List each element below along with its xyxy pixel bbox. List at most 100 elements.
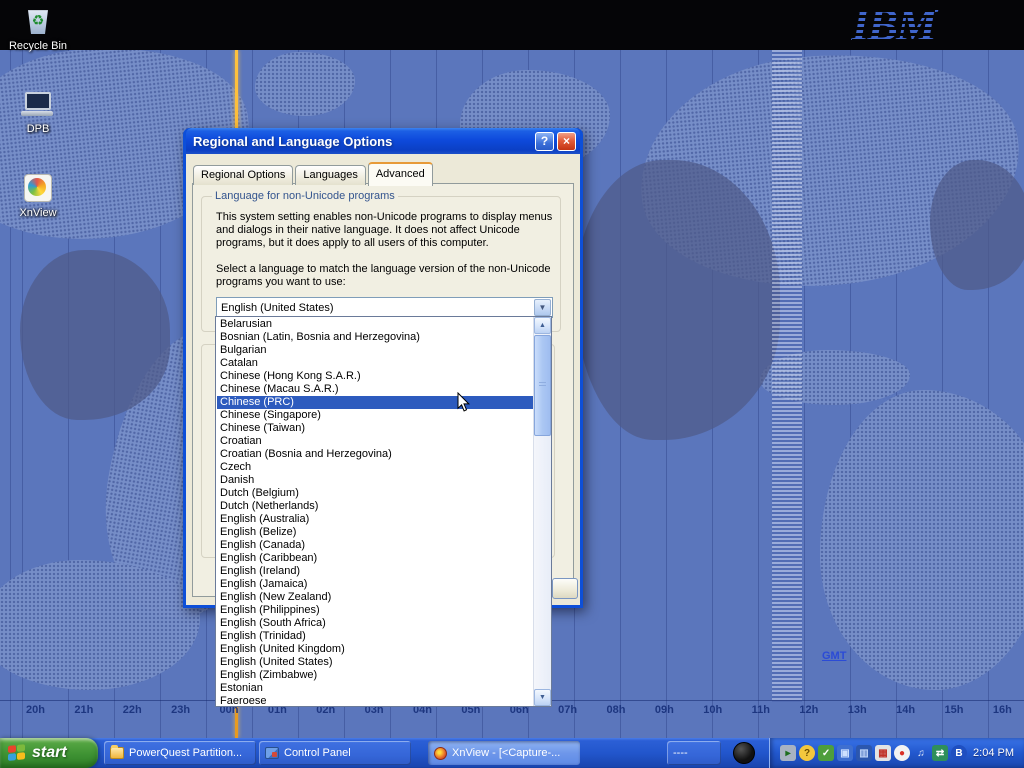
- language-combobox[interactable]: English (United States) ▼: [216, 297, 553, 318]
- dropdown-item-catalan[interactable]: Catalan: [217, 357, 533, 370]
- hour-label: 16h: [993, 704, 1012, 716]
- tab-languages[interactable]: Languages: [295, 165, 365, 185]
- dropdown-item-bulgarian[interactable]: Bulgarian: [217, 344, 533, 357]
- group-box-title: Language for non-Unicode programs: [212, 190, 398, 202]
- folder-icon: [110, 747, 124, 759]
- map-dark-region: [930, 160, 1024, 290]
- dropdown-item-czech[interactable]: Czech: [217, 461, 533, 474]
- display-icon[interactable]: ▣: [837, 745, 853, 761]
- dropdown-item-english-ireland[interactable]: English (Ireland): [217, 565, 533, 578]
- network-icon[interactable]: ▥: [856, 745, 872, 761]
- hour-label: 23h: [171, 704, 190, 716]
- map-landmass: [255, 52, 355, 116]
- xnview-icon: [20, 172, 56, 204]
- desktop-icon-label: Recycle Bin: [6, 40, 70, 52]
- desktop-icon-xnview[interactable]: XnView: [6, 172, 70, 219]
- map-dark-region: [20, 250, 170, 420]
- hour-label: 15h: [945, 704, 964, 716]
- control-panel-icon: [265, 747, 279, 759]
- dropdown-item-dutch-belgium[interactable]: Dutch (Belgium): [217, 487, 533, 500]
- hour-label: 09h: [655, 704, 674, 716]
- apply-button-partial[interactable]: [552, 578, 578, 599]
- dropdown-item-english-jamaica[interactable]: English (Jamaica): [217, 578, 533, 591]
- task-buttons: PowerQuest Partition... Control Panel XnVi…: [104, 738, 721, 768]
- dropdown-item-chinese-prc[interactable]: Chinese (PRC): [217, 396, 533, 409]
- taskbar-button-powerquest-partition[interactable]: PowerQuest Partition...: [104, 741, 256, 765]
- map-landmass: [820, 390, 1024, 690]
- hour-label: 10h: [703, 704, 722, 716]
- safely-remove-icon[interactable]: ▸: [780, 745, 796, 761]
- dropdown-item-english-united-states[interactable]: English (United States): [217, 656, 533, 669]
- ibm-logo-stripes: [852, 0, 935, 50]
- dialog-titlebar[interactable]: Regional and Language Options ? ×: [186, 128, 580, 154]
- vnc-icon[interactable]: ▦: [875, 745, 891, 761]
- dropdown-item-english-new-zealand[interactable]: English (New Zealand): [217, 591, 533, 604]
- dropdown-items: BelarusianBosnian (Latin, Bosnia and Her…: [217, 318, 533, 705]
- dropdown-item-english-united-kingdom[interactable]: English (United Kingdom): [217, 643, 533, 656]
- dropdown-item-croatian-bosnia-and-herzegovina[interactable]: Croatian (Bosnia and Herzegovina): [217, 448, 533, 461]
- desktop-icon-label: DPB: [6, 123, 70, 135]
- dialog-title: Regional and Language Options: [193, 134, 532, 149]
- hour-label: 12h: [799, 704, 818, 716]
- taskbar-button-control-panel[interactable]: Control Panel: [259, 741, 411, 765]
- help-button[interactable]: ?: [535, 132, 554, 151]
- close-button[interactable]: ×: [557, 132, 576, 151]
- dropdown-item-chinese-macau-s-a-r[interactable]: Chinese (Macau S.A.R.): [217, 383, 533, 396]
- start-button[interactable]: start: [0, 738, 98, 768]
- start-label: start: [32, 744, 67, 762]
- dropdown-item-english-australia[interactable]: English (Australia): [217, 513, 533, 526]
- timezone-highlight-band: [772, 50, 802, 702]
- taskbar-button-label: PowerQuest Partition...: [129, 747, 250, 759]
- sync-icon[interactable]: ⇄: [932, 745, 948, 761]
- desktop-icon-dpb[interactable]: DPB: [6, 88, 70, 135]
- combobox-value: English (United States): [217, 302, 533, 314]
- dropdown-item-english-trinidad[interactable]: English (Trinidad): [217, 630, 533, 643]
- taskbar-button-dashes[interactable]: ----: [667, 741, 721, 765]
- alert-icon[interactable]: ●: [894, 745, 910, 761]
- antivirus-icon[interactable]: ✓: [818, 745, 834, 761]
- dropdown-item-english-canada[interactable]: English (Canada): [217, 539, 533, 552]
- desktop-icon-recycle-bin[interactable]: ♻ Recycle Bin: [6, 5, 70, 52]
- hour-label: 14h: [896, 704, 915, 716]
- tab-advanced[interactable]: Advanced: [368, 162, 433, 186]
- hour-label: 20h: [26, 704, 45, 716]
- dropdown-item-danish[interactable]: Danish: [217, 474, 533, 487]
- scroll-up-button[interactable]: ▲: [534, 317, 551, 334]
- taskbar: start PowerQuest Partition... Control Pan…: [0, 738, 1024, 768]
- tab-regional-options[interactable]: Regional Options: [193, 165, 293, 185]
- description-text-2: Select a language to match the language …: [216, 263, 562, 289]
- dropdown-item-dutch-netherlands[interactable]: Dutch (Netherlands): [217, 500, 533, 513]
- dropdown-item-chinese-singapore[interactable]: Chinese (Singapore): [217, 409, 533, 422]
- dropdown-item-english-south-africa[interactable]: English (South Africa): [217, 617, 533, 630]
- hour-label: 11h: [752, 704, 770, 716]
- dropdown-scrollbar[interactable]: ▲ ▼: [533, 317, 551, 706]
- hour-label: 21h: [74, 704, 93, 716]
- map-dark-region: [575, 160, 780, 440]
- dropdown-item-english-zimbabwe[interactable]: English (Zimbabwe): [217, 669, 533, 682]
- windows-flag-icon: [8, 744, 26, 762]
- help-icon[interactable]: ?: [799, 745, 815, 761]
- taskbar-button-xnview-capture[interactable]: XnView - [<Capture-...: [428, 741, 580, 765]
- system-tray: ▸?✓▣▥▦●♫⇄B 2:04 PM: [769, 738, 1024, 768]
- dropdown-item-english-caribbean[interactable]: English (Caribbean): [217, 552, 533, 565]
- dropdown-item-croatian[interactable]: Croatian: [217, 435, 533, 448]
- dropdown-item-chinese-taiwan[interactable]: Chinese (Taiwan): [217, 422, 533, 435]
- dropdown-item-bosnian-latin-bosnia-and-herzegovina[interactable]: Bosnian (Latin, Bosnia and Herzegovina): [217, 331, 533, 344]
- dropdown-item-chinese-hong-kong-s-a-r[interactable]: Chinese (Hong Kong S.A.R.): [217, 370, 533, 383]
- scroll-down-button[interactable]: ▼: [534, 689, 551, 706]
- dropdown-item-estonian[interactable]: Estonian: [217, 682, 533, 695]
- mouse-cursor: [457, 392, 471, 413]
- dropdown-item-belarusian[interactable]: Belarusian: [217, 318, 533, 331]
- scrollbar-thumb[interactable]: [534, 335, 551, 436]
- taskbar-tool-icon[interactable]: [733, 742, 755, 764]
- recycle-bin-icon: ♻: [20, 5, 56, 37]
- tray-icons: ▸?✓▣▥▦●♫⇄B: [780, 745, 967, 761]
- dpb-icon: [20, 88, 56, 120]
- dropdown-item-english-belize[interactable]: English (Belize): [217, 526, 533, 539]
- combobox-dropdown-button[interactable]: ▼: [534, 299, 551, 316]
- dropdown-item-faeroese[interactable]: Faeroese: [217, 695, 533, 705]
- volume-icon[interactable]: ♫: [913, 745, 929, 761]
- description-text-1: This system setting enables non-Unicode …: [216, 211, 562, 250]
- dropdown-item-english-philippines[interactable]: English (Philippines): [217, 604, 533, 617]
- bluetooth-icon[interactable]: B: [951, 745, 967, 761]
